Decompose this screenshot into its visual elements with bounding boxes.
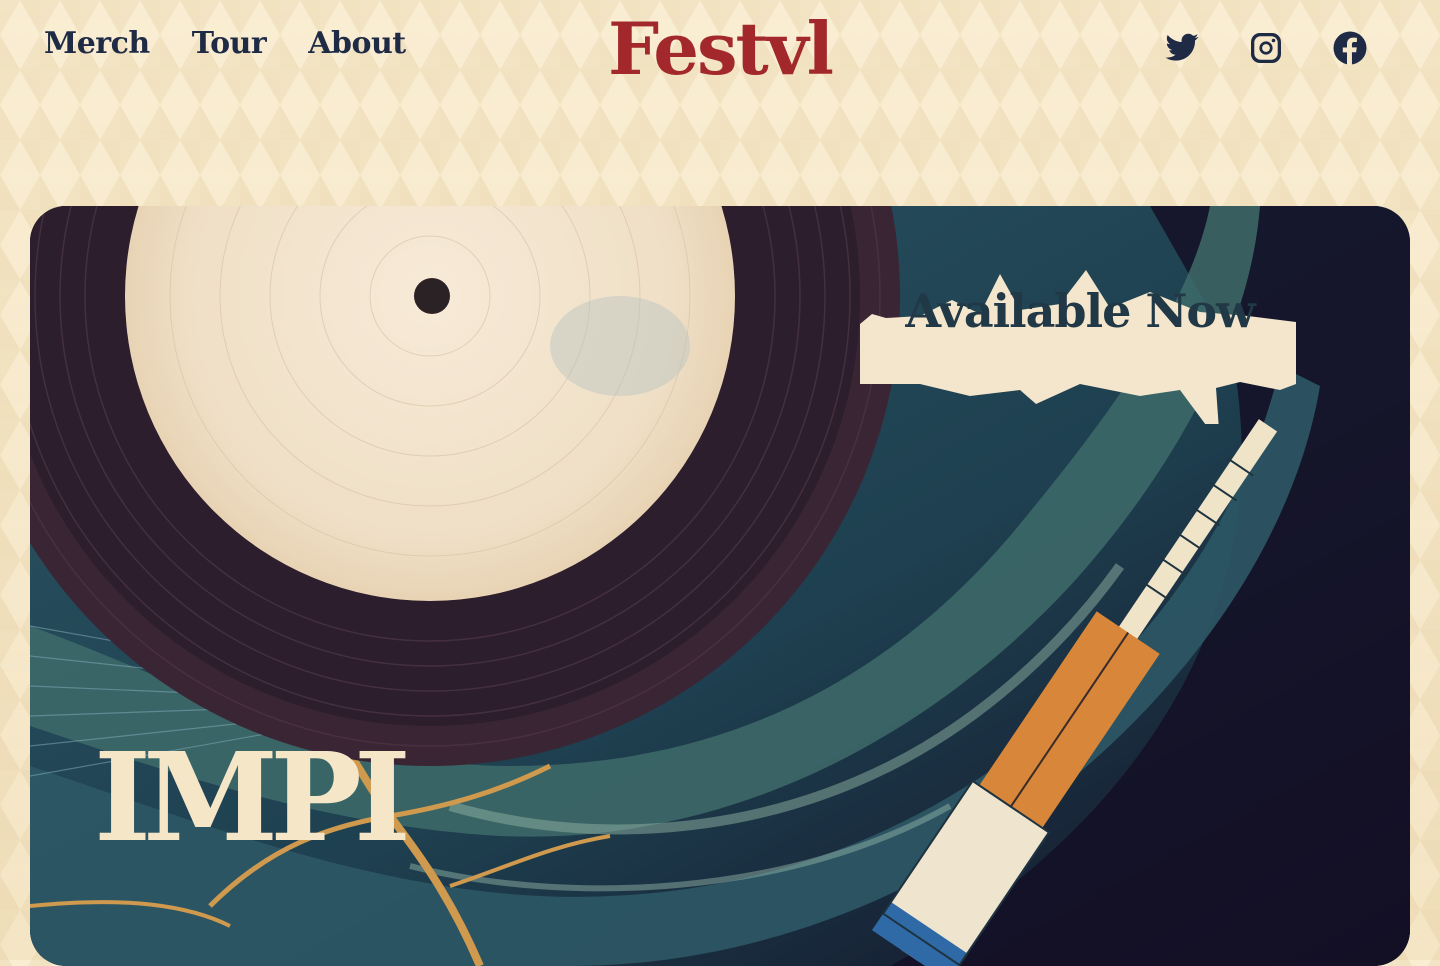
social-links xyxy=(1164,30,1368,66)
album-title: IMPI xyxy=(94,725,411,869)
twitter-icon[interactable] xyxy=(1164,30,1200,66)
available-now-badge[interactable]: Available Now xyxy=(860,264,1300,424)
instagram-icon[interactable] xyxy=(1248,30,1284,66)
facebook-icon[interactable] xyxy=(1332,30,1368,66)
hero-banner: Available Now IMPI xyxy=(30,206,1410,966)
badge-label: Available Now xyxy=(905,284,1255,338)
site-header: Merch Tour About Festvl xyxy=(0,0,1440,100)
